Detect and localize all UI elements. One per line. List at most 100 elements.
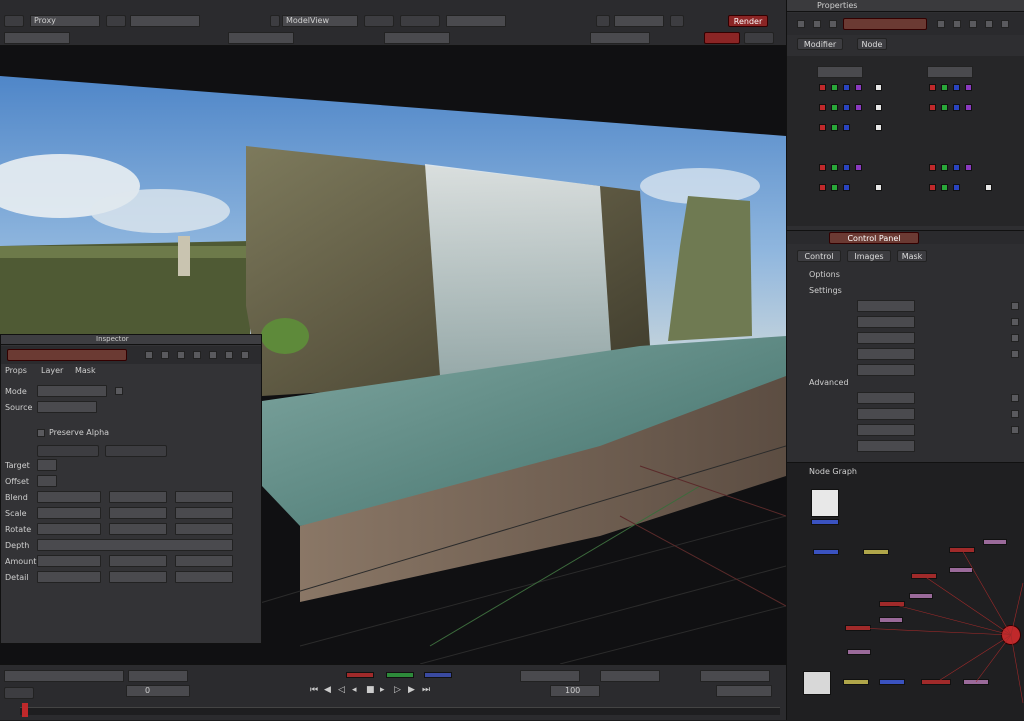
- settings-slider[interactable]: [857, 300, 915, 312]
- amount-field[interactable]: [175, 555, 233, 567]
- swatch-blue[interactable]: [843, 124, 850, 131]
- color-chip-blue[interactable]: [424, 672, 452, 678]
- properties-toggle[interactable]: [829, 20, 837, 28]
- amount-field[interactable]: [37, 555, 101, 567]
- swatch-red[interactable]: [929, 84, 936, 91]
- play-reverse-icon[interactable]: ◂: [352, 685, 357, 695]
- color-chip-red[interactable]: [346, 672, 374, 678]
- toolbar-button[interactable]: [106, 15, 126, 27]
- toolbar-field[interactable]: [446, 15, 506, 27]
- source-dropdown[interactable]: [37, 401, 97, 413]
- swatch-white[interactable]: [875, 84, 882, 91]
- properties-name-field[interactable]: [843, 18, 927, 30]
- toolbar-button[interactable]: [670, 15, 684, 27]
- inspector-action-button[interactable]: [37, 445, 99, 457]
- inspector-tab[interactable]: Props: [5, 366, 27, 375]
- settings-checkbox[interactable]: [1011, 302, 1019, 310]
- play-icon[interactable]: ▸: [380, 685, 385, 695]
- swatch-green[interactable]: [941, 164, 948, 171]
- swatch-blue[interactable]: [953, 84, 960, 91]
- advanced-slider[interactable]: [857, 440, 915, 452]
- swatch-blue[interactable]: [843, 164, 850, 171]
- swatch-blue[interactable]: [843, 84, 850, 91]
- secondary-red-button[interactable]: [704, 32, 740, 44]
- swatch-red[interactable]: [929, 104, 936, 111]
- properties-toggle[interactable]: [985, 20, 993, 28]
- channel-dropdown-a[interactable]: [817, 66, 863, 78]
- secondary-button[interactable]: [744, 32, 774, 44]
- swatch-green[interactable]: [831, 104, 838, 111]
- swatch-red[interactable]: [819, 124, 826, 131]
- advanced-checkbox[interactable]: [1011, 426, 1019, 434]
- layer-dropdown[interactable]: Proxy: [30, 15, 100, 27]
- mode-checkbox[interactable]: [115, 387, 123, 395]
- swatch-blue[interactable]: [953, 104, 960, 111]
- inspector-toggle[interactable]: [161, 351, 169, 359]
- advanced-slider[interactable]: [857, 408, 915, 420]
- mode-dropdown[interactable]: [37, 385, 107, 397]
- blend-field[interactable]: [37, 491, 101, 503]
- toolbar-field[interactable]: [130, 15, 200, 27]
- swatch-purple[interactable]: [965, 164, 972, 171]
- rotate-field[interactable]: [109, 523, 167, 535]
- timeline-field[interactable]: [600, 670, 660, 682]
- timeline-field[interactable]: [128, 670, 188, 682]
- tab-node[interactable]: Node: [857, 38, 887, 50]
- tab-images[interactable]: Images: [847, 250, 891, 262]
- inspector-tab[interactable]: Mask: [75, 366, 96, 375]
- toolbar-button[interactable]: [400, 15, 440, 27]
- inspector-tab[interactable]: Layer: [41, 366, 63, 375]
- step-back-icon[interactable]: ◁: [338, 685, 345, 695]
- swatch-red[interactable]: [819, 104, 826, 111]
- advanced-slider[interactable]: [857, 392, 915, 404]
- toolbar-button[interactable]: [596, 15, 610, 27]
- properties-toggle[interactable]: [937, 20, 945, 28]
- timeline-field[interactable]: [716, 685, 772, 697]
- properties-toggle[interactable]: [813, 20, 821, 28]
- tab-modifier[interactable]: Modifier: [797, 38, 843, 50]
- swatch-purple[interactable]: [855, 164, 862, 171]
- scale-field[interactable]: [109, 507, 167, 519]
- swatch-red[interactable]: [929, 184, 936, 191]
- inspector-toggle[interactable]: [193, 351, 201, 359]
- swatch-purple[interactable]: [965, 104, 972, 111]
- detail-field[interactable]: [175, 571, 233, 583]
- rotate-field[interactable]: [175, 523, 233, 535]
- start-frame-field[interactable]: 0: [126, 685, 190, 697]
- stop-icon[interactable]: ■: [366, 685, 375, 695]
- blend-field[interactable]: [175, 491, 233, 503]
- swatch-green[interactable]: [831, 84, 838, 91]
- first-frame-icon[interactable]: ⏮: [310, 685, 318, 695]
- settings-slider[interactable]: [857, 332, 915, 344]
- settings-checkbox[interactable]: [1011, 350, 1019, 358]
- view-dropdown[interactable]: ModelView: [282, 15, 358, 27]
- target-field[interactable]: [37, 459, 57, 471]
- control-panel-title[interactable]: Control Panel: [829, 232, 919, 244]
- swatch-blue[interactable]: [843, 184, 850, 191]
- properties-toggle[interactable]: [969, 20, 977, 28]
- settings-slider[interactable]: [857, 348, 915, 360]
- amount-field[interactable]: [109, 555, 167, 567]
- swatch-blue[interactable]: [843, 104, 850, 111]
- timeline-option-button[interactable]: [4, 687, 34, 699]
- swatch-green[interactable]: [831, 184, 838, 191]
- prev-key-icon[interactable]: ◀: [324, 685, 331, 695]
- properties-toggle[interactable]: [797, 20, 805, 28]
- advanced-checkbox[interactable]: [1011, 394, 1019, 402]
- advanced-slider[interactable]: [857, 424, 915, 436]
- toolbar-field[interactable]: [614, 15, 664, 27]
- timeline-field[interactable]: [4, 670, 124, 682]
- secondary-field[interactable]: [590, 32, 650, 44]
- end-frame-field[interactable]: 100: [550, 685, 600, 697]
- preserve-alpha-checkbox[interactable]: [37, 429, 45, 437]
- swatch-red[interactable]: [819, 184, 826, 191]
- render-button[interactable]: Render: [728, 15, 768, 27]
- swatch-white[interactable]: [875, 184, 882, 191]
- inspector-name-field[interactable]: [7, 349, 127, 361]
- swatch-red[interactable]: [929, 164, 936, 171]
- secondary-field[interactable]: [4, 32, 70, 44]
- swatch-green[interactable]: [831, 124, 838, 131]
- inspector-toggle[interactable]: [241, 351, 249, 359]
- settings-checkbox[interactable]: [1011, 318, 1019, 326]
- tab-control[interactable]: Control: [797, 250, 841, 262]
